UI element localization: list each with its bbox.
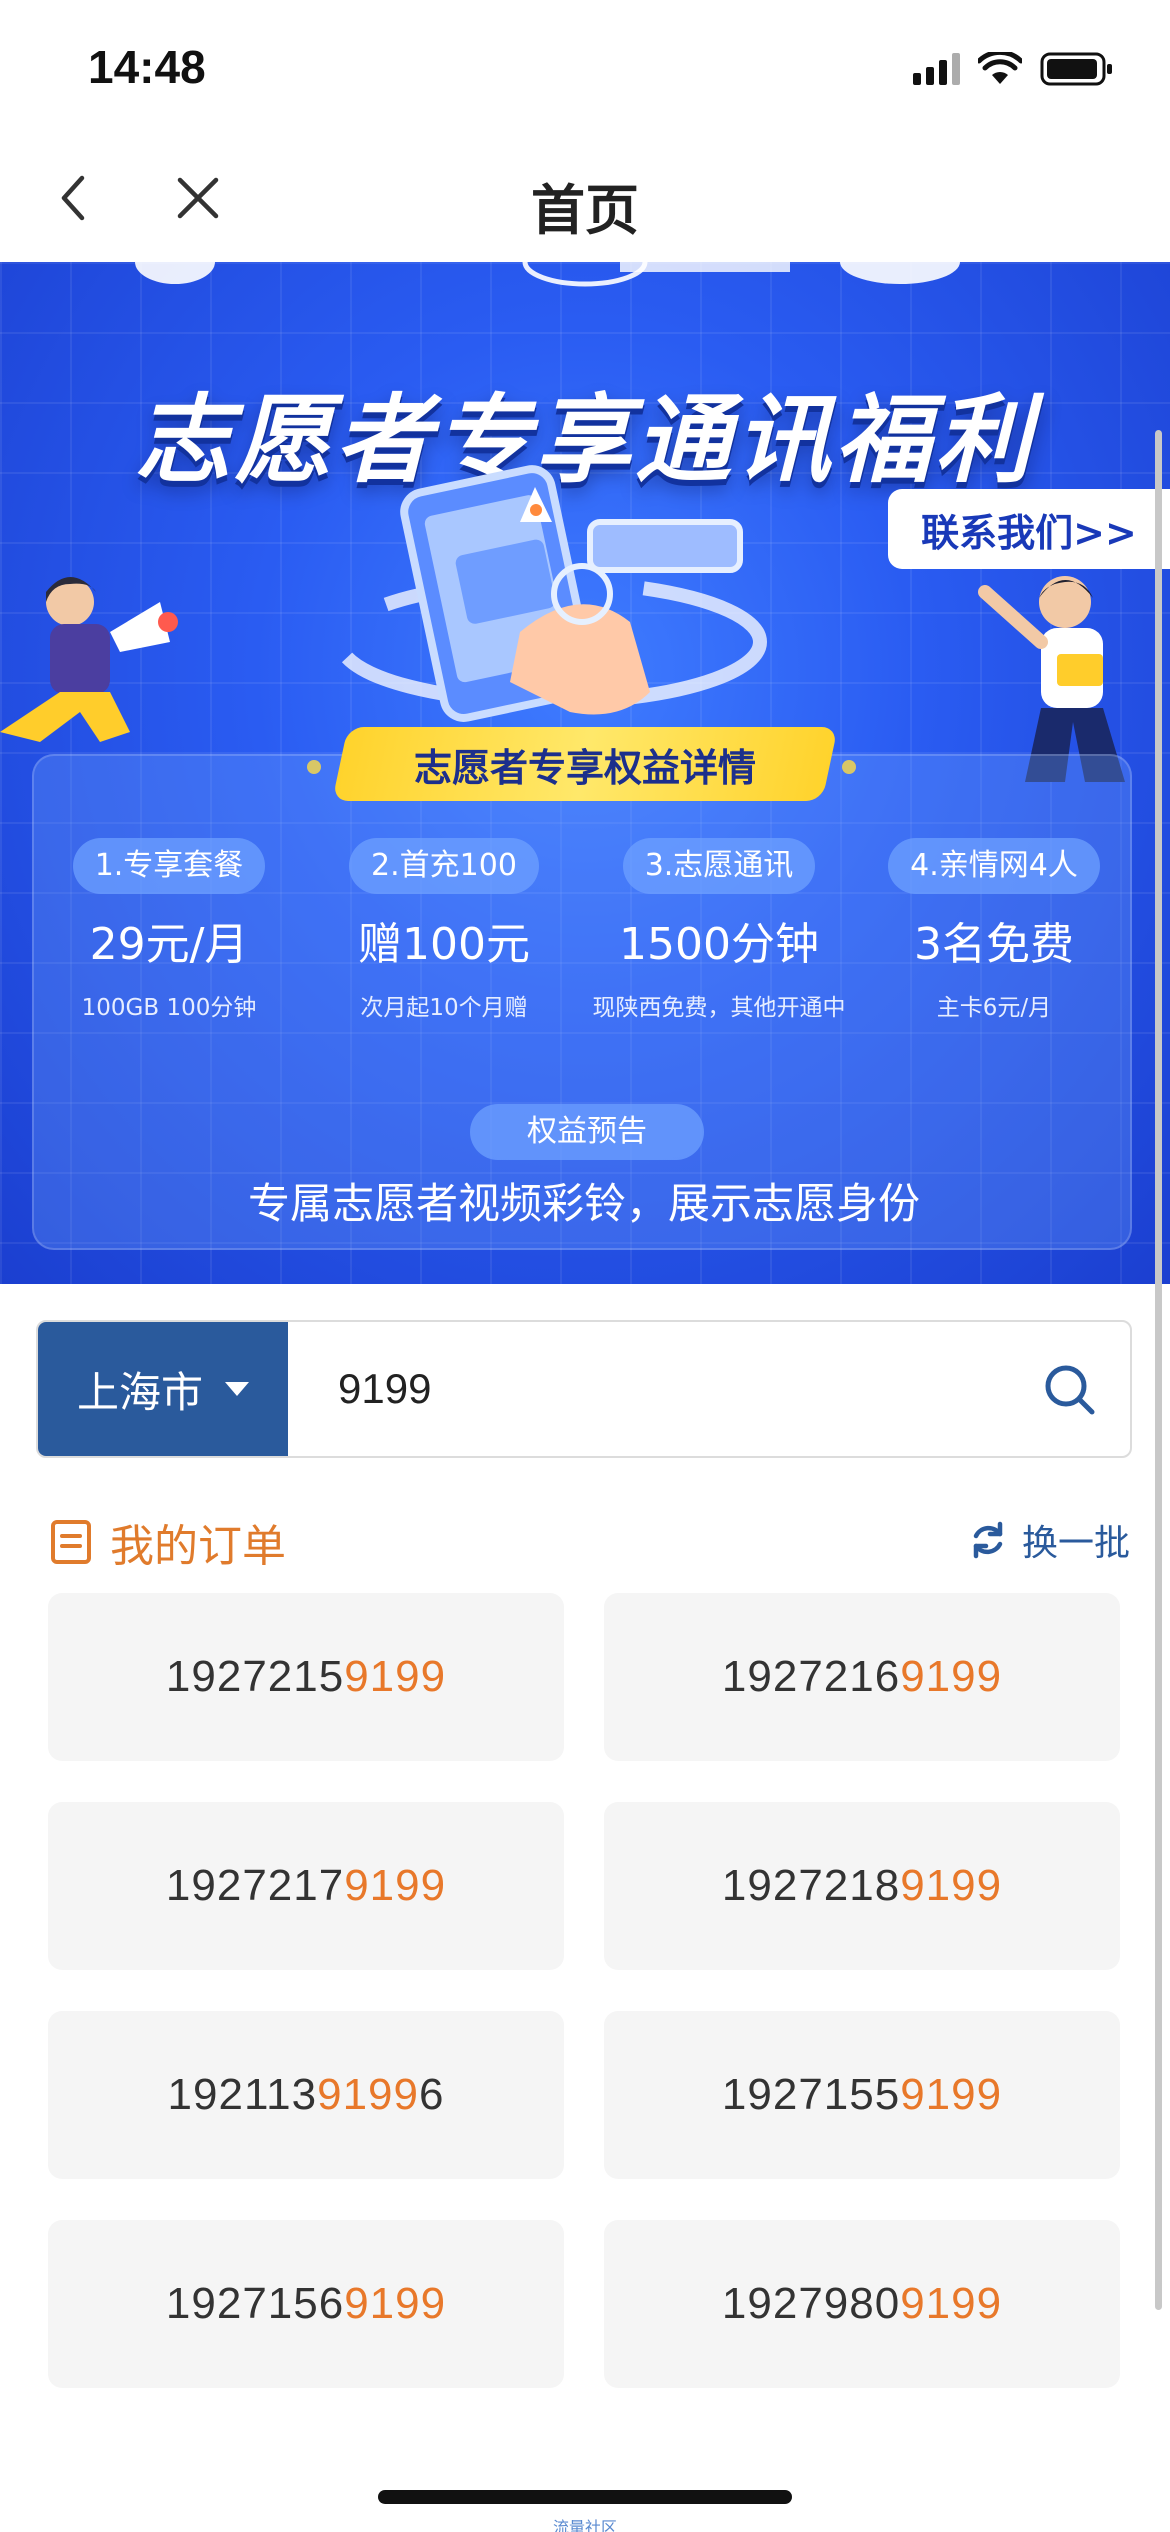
- benefit-value: 1500分钟: [619, 919, 819, 970]
- number-prefix: 1927215: [165, 1652, 345, 1701]
- cellular-signal-icon: [913, 53, 960, 85]
- page-title: 首页: [531, 179, 639, 242]
- order-list-icon: [51, 1520, 91, 1564]
- number-search-input[interactable]: [338, 1322, 1018, 1456]
- scrollbar[interactable]: [1155, 430, 1162, 2310]
- nav-bar: 首页: [0, 140, 1170, 262]
- benefit-value: 29元/月: [89, 919, 249, 970]
- contact-us-button[interactable]: 联系我们>>: [888, 489, 1170, 569]
- phone-illustration: [333, 465, 767, 722]
- search-icon[interactable]: [1040, 1360, 1100, 1420]
- benefit-tag: 1.专享套餐: [72, 838, 266, 894]
- number-prefix: 1927156: [165, 2279, 345, 2328]
- number-prefix: 192113: [167, 2070, 318, 2119]
- benefit-value: 赠100元: [358, 919, 530, 970]
- number-highlight: 9199: [317, 2070, 419, 2119]
- refresh-icon: [973, 1521, 1003, 1559]
- status-icons: [913, 52, 1114, 86]
- benefit-detail: 100GB 100分钟: [81, 995, 257, 1021]
- number-highlight: 9199: [900, 2279, 1003, 2328]
- benefit-tag: 4.亲情网4人: [888, 838, 1100, 894]
- benefit-item: 3.志愿通讯 1500分钟 现陕西免费，其他开通中: [584, 838, 854, 1022]
- number-highlight: 9199: [900, 1652, 1003, 1701]
- number-highlight: 9199: [900, 1861, 1003, 1910]
- number-prefix: 1927216: [721, 1652, 901, 1701]
- home-indicator[interactable]: [378, 2490, 792, 2504]
- benefit-detail: 次月起10个月赠: [360, 995, 528, 1021]
- preview-text: 专属志愿者视频彩铃，展示志愿身份: [247, 1179, 920, 1228]
- benefit-tag: 3.志愿通讯: [622, 838, 816, 894]
- caret-down-icon: [225, 1382, 249, 1396]
- number-prefix: 1927980: [721, 2279, 901, 2328]
- number-highlight: 9199: [344, 2279, 447, 2328]
- benefit-tag: 2.首充100: [349, 838, 539, 894]
- number-search-bar: 上海市: [36, 1320, 1132, 1458]
- city-selector[interactable]: 上海市: [38, 1322, 288, 1456]
- battery-icon: [1040, 52, 1112, 86]
- number-suffix: 6: [418, 2070, 445, 2119]
- phone-number-card[interactable]: 1927980 9199: [604, 2220, 1120, 2388]
- benefit-item: 1.专享套餐 29元/月 100GB 100分钟: [34, 838, 304, 1022]
- benefit-item: 2.首充100 赠100元 次月起10个月赠: [309, 838, 579, 1022]
- orders-header[interactable]: 我的订单: [50, 1510, 286, 1574]
- refresh-button[interactable]: 换一批: [968, 1514, 1130, 1566]
- number-highlight: 9199: [900, 2070, 1003, 2119]
- benefit-panel: 1.专享套餐 29元/月 100GB 100分钟 2.首充100 赠100元 次…: [32, 754, 1132, 1250]
- benefit-detail: 主卡6元/月: [936, 995, 1052, 1021]
- phone-number-card[interactable]: 1927216 9199: [604, 1593, 1120, 1761]
- phone-number-card[interactable]: 1927155 9199: [604, 2011, 1120, 2179]
- carrier-logo-strip: [135, 262, 960, 287]
- phone-number-card[interactable]: 1927218 9199: [604, 1802, 1120, 1970]
- phone-number-card[interactable]: 1927156 9199: [48, 2220, 564, 2388]
- benefit-heading: 志愿者专享权益详情: [332, 727, 838, 801]
- phone-number-card[interactable]: 1927215 9199: [48, 1593, 564, 1761]
- refresh-label: 换一批: [1021, 1523, 1130, 1564]
- number-highlight: 9199: [344, 1861, 447, 1910]
- status-bar: 14:48: [0, 0, 1170, 140]
- phone-number-card[interactable]: 1927217 9199: [48, 1802, 564, 1970]
- wifi-icon: [978, 52, 1022, 84]
- left-character-illustration: [0, 577, 178, 742]
- benefit-value: 3名免费: [914, 919, 1074, 970]
- number-prefix: 1927155: [721, 2070, 901, 2119]
- number-prefix: 1927218: [721, 1861, 901, 1910]
- status-time: 14:48: [88, 41, 206, 93]
- phone-number-card[interactable]: 192113 9199 6: [48, 2011, 564, 2179]
- benefit-heading-text: 志愿者专享权益详情: [413, 745, 756, 790]
- benefit-detail: 现陕西免费，其他开通中: [592, 995, 846, 1021]
- promo-banner: 志愿者专享通讯福利 联系我们>> 1.专享套餐 29元/月 100GB 100分…: [0, 262, 1170, 1284]
- city-selector-label: 上海市: [76, 1367, 203, 1417]
- benefit-item: 4.亲情网4人 3名免费 主卡6元/月: [859, 838, 1129, 1022]
- footer-watermark: 流量社区: [552, 2518, 617, 2532]
- preview-tag: 权益预告: [470, 1104, 704, 1160]
- number-highlight: 9199: [344, 1652, 447, 1701]
- number-prefix: 1927217: [165, 1861, 345, 1910]
- orders-title: 我的订单: [110, 1521, 286, 1572]
